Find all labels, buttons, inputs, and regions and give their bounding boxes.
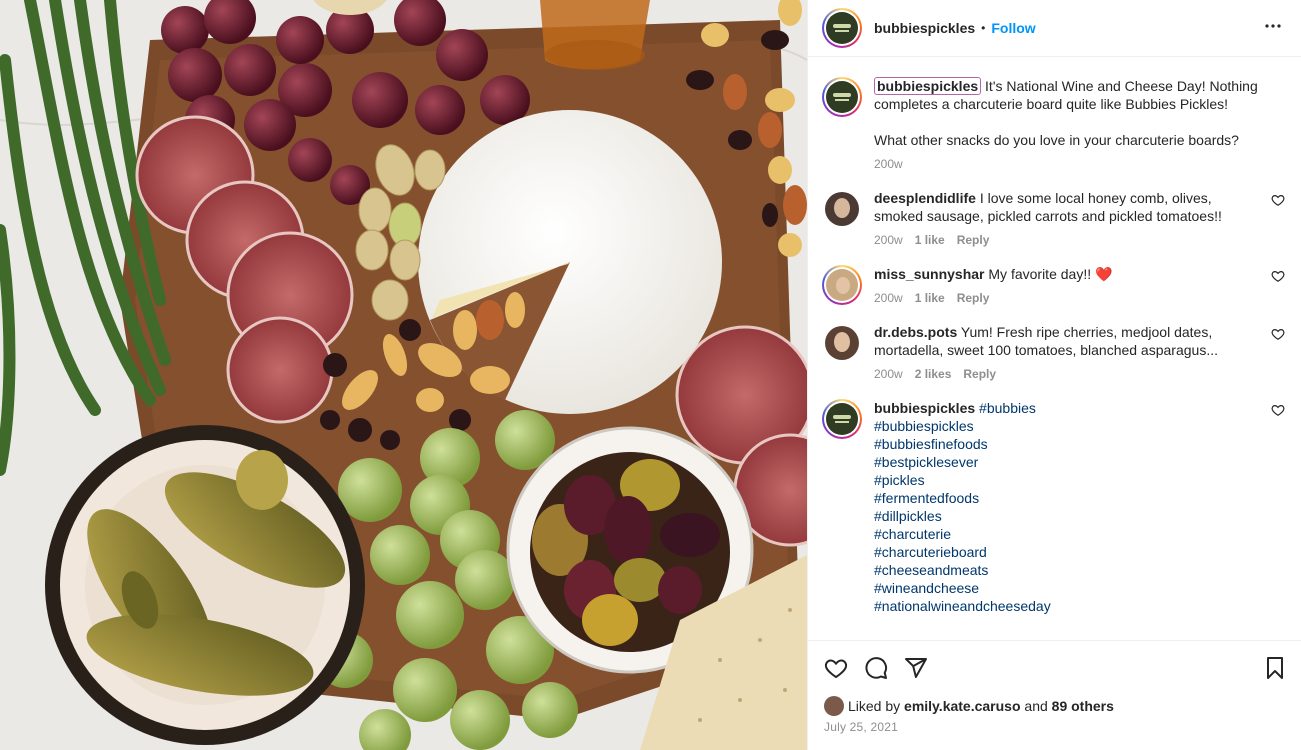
caption-author-avatar[interactable] — [822, 77, 862, 117]
share-icon[interactable] — [904, 656, 928, 680]
hashtag-link[interactable]: #charcuterie — [874, 525, 1257, 543]
follow-button[interactable]: Follow — [991, 20, 1035, 36]
hashtag-link[interactable]: #pickles — [874, 471, 1257, 489]
comment-time[interactable]: 200w — [874, 365, 903, 383]
comment-time[interactable]: 200w — [874, 289, 903, 307]
post-dialog: bubbiespickles • Follow bubbiespickles I… — [0, 0, 1301, 750]
action-bar — [808, 640, 1301, 694]
commenter-avatar[interactable] — [822, 265, 862, 305]
heart-icon[interactable] — [1271, 403, 1285, 417]
author-username[interactable]: bubbiespickles — [874, 20, 975, 36]
liker-username[interactable]: emily.kate.caruso — [904, 698, 1020, 714]
header-separator: • — [981, 21, 986, 35]
hashtag-link[interactable]: #dillpickles — [874, 507, 1257, 525]
hashtag-link[interactable]: #nationalwineandcheeseday — [874, 597, 1257, 615]
comment: deesplendidlife I love some local honey … — [822, 189, 1285, 249]
post-photo[interactable] — [0, 0, 807, 750]
commenter-avatar[interactable] — [825, 326, 859, 360]
comment-username[interactable]: bubbiespickles — [874, 400, 975, 416]
post-sidebar: bubbiespickles • Follow bubbiespickles I… — [807, 0, 1301, 750]
hashtag-link[interactable]: #bubbies — [979, 400, 1036, 416]
reply-button[interactable]: Reply — [963, 365, 996, 383]
post-date[interactable]: July 25, 2021 — [808, 716, 1301, 750]
comment: miss_sunnyshar My favorite day!! ❤️ 200w… — [822, 265, 1285, 307]
caption-question: What other snacks do you love in your ch… — [874, 132, 1239, 148]
comment-icon[interactable] — [864, 656, 888, 680]
comment-username[interactable]: dr.debs.pots — [874, 324, 957, 340]
heart-icon[interactable] — [824, 656, 848, 680]
heart-icon[interactable] — [1271, 327, 1285, 341]
heart-icon[interactable] — [1271, 193, 1285, 207]
heart-icon[interactable] — [1271, 269, 1285, 283]
hashtag-link[interactable]: #fermentedfoods — [874, 489, 1257, 507]
author-avatar[interactable] — [822, 8, 862, 48]
hashtag-comment: bubbiespickles #bubbies #bubbiespickles … — [822, 399, 1285, 615]
bookmark-icon[interactable] — [1263, 656, 1287, 680]
liker-avatar[interactable] — [824, 696, 844, 716]
comment-time[interactable]: 200w — [874, 231, 903, 249]
likes-summary: Liked by emily.kate.caruso and 89 others — [808, 694, 1301, 716]
more-options-icon[interactable] — [1261, 14, 1285, 42]
hashtag-link[interactable]: #bubbiesfinefoods — [874, 435, 1257, 453]
comment-likes[interactable]: 2 likes — [915, 365, 952, 383]
hashtag-link[interactable]: #charcuterieboard — [874, 543, 1257, 561]
caption: bubbiespickles It's National Wine and Ch… — [822, 77, 1285, 173]
comment: dr.debs.pots Yum! Fresh ripe cherries, m… — [822, 323, 1285, 383]
reply-button[interactable]: Reply — [957, 231, 990, 249]
hashtag-link[interactable]: #bestpicklesever — [874, 453, 1257, 471]
comment-text: My favorite day!! ❤️ — [988, 266, 1113, 282]
comment-username[interactable]: miss_sunnyshar — [874, 266, 985, 282]
charcuterie-photo — [0, 0, 807, 750]
likes-others[interactable]: 89 others — [1052, 698, 1114, 714]
comment-username[interactable]: deesplendidlife — [874, 190, 976, 206]
hashtag-link[interactable]: #bubbiespickles — [874, 417, 1257, 435]
likes-and: and — [1024, 698, 1048, 714]
comments-list[interactable]: bubbiespickles It's National Wine and Ch… — [808, 57, 1301, 640]
post-header: bubbiespickles • Follow — [808, 0, 1301, 57]
hashtag-link[interactable]: #wineandcheese — [874, 579, 1257, 597]
reply-button[interactable]: Reply — [957, 289, 990, 307]
hashtag-link[interactable]: #cheeseandmeats — [874, 561, 1257, 579]
commenter-avatar[interactable] — [825, 192, 859, 226]
comment-likes[interactable]: 1 like — [915, 289, 945, 307]
caption-time[interactable]: 200w — [874, 155, 903, 173]
likes-prefix: Liked by — [848, 698, 901, 714]
commenter-avatar[interactable] — [822, 399, 862, 439]
caption-author[interactable]: bubbiespickles — [874, 77, 982, 95]
comment-likes[interactable]: 1 like — [915, 231, 945, 249]
